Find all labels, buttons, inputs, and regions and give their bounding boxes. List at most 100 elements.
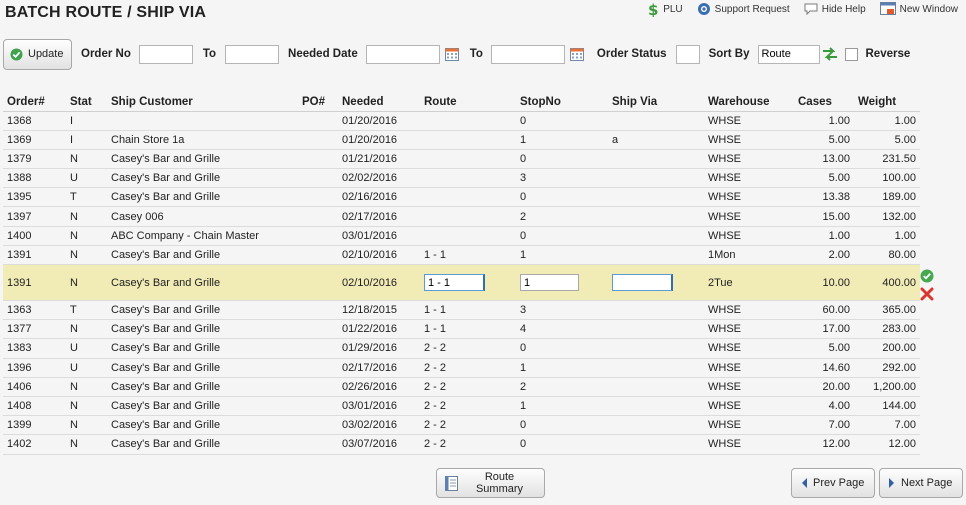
plu-link-label: PLU xyxy=(663,3,683,15)
table-row[interactable]: 1391 N Casey's Bar and Grille 02/10/2016 1 -… xyxy=(3,245,920,266)
po-cell xyxy=(298,130,338,150)
shipvia-cell xyxy=(608,377,704,397)
table-row[interactable]: 1379 N Casey's Bar and Grille 01/21/2016 0 WH… xyxy=(3,149,920,170)
next-page-button[interactable]: Next Page xyxy=(879,468,963,498)
table-row[interactable]: 1368 I 01/20/2016 0 WHSE 1.00 1.00 xyxy=(3,111,920,131)
svg-text:$: $ xyxy=(648,1,658,17)
order-no-to-input[interactable] xyxy=(225,44,280,64)
table-row[interactable]: 1406 N Casey's Bar and Grille 02/26/2016 2 -… xyxy=(3,377,920,397)
calendar-icon[interactable] xyxy=(444,47,460,61)
swap-arrows-icon[interactable] xyxy=(822,47,838,61)
warehouse-cell: WHSE xyxy=(704,377,794,397)
new-window-link[interactable]: New Window xyxy=(879,2,958,16)
cases-cell: 1.00 xyxy=(794,226,854,246)
route-cell xyxy=(420,206,516,227)
order-cell: 1369 xyxy=(3,130,66,150)
po-cell xyxy=(298,434,338,455)
stopno-cell xyxy=(516,264,608,301)
stat-cell: U xyxy=(66,338,107,359)
col-order[interactable]: Order# xyxy=(3,93,66,112)
col-stopno[interactable]: StopNo xyxy=(516,93,608,112)
po-cell xyxy=(298,396,338,417)
stat-cell: T xyxy=(66,187,107,208)
stat-cell: N xyxy=(66,377,107,397)
order-cell: 1368 xyxy=(3,111,66,131)
table-row[interactable]: 1402 N Casey's Bar and Grille 03/07/2016 2 -… xyxy=(3,434,920,455)
shipvia-input[interactable] xyxy=(612,274,673,291)
shipvia-cell xyxy=(608,358,704,378)
col-stat[interactable]: Stat xyxy=(66,93,107,112)
weight-cell: 1,200.00 xyxy=(854,377,920,397)
stat-cell: N xyxy=(66,319,107,340)
stat-cell: N xyxy=(66,434,107,455)
stopno-cell: 2 xyxy=(516,206,608,227)
support-request-link[interactable]: Support Request xyxy=(697,2,790,16)
weight-cell: 144.00 xyxy=(854,396,920,417)
calendar-icon[interactable] xyxy=(569,47,585,61)
stat-cell: N xyxy=(66,396,107,417)
col-warehouse[interactable]: Warehouse xyxy=(704,93,794,112)
cases-cell: 15.00 xyxy=(794,206,854,227)
route-input[interactable] xyxy=(424,274,485,291)
reverse-checkbox[interactable] xyxy=(844,47,858,61)
needed-cell: 03/01/2016 xyxy=(338,226,420,246)
order-no-from-input[interactable] xyxy=(138,44,193,64)
shipvia-cell xyxy=(608,245,704,266)
table-row[interactable]: 1383 U Casey's Bar and Grille 01/29/2016 2 -… xyxy=(3,338,920,359)
customer-cell: Casey's Bar and Grille xyxy=(107,358,298,378)
table-row[interactable]: 1400 N ABC Company - Chain Master 03/01/201… xyxy=(3,226,920,246)
shipvia-cell xyxy=(608,415,704,436)
stopno-input[interactable] xyxy=(520,274,579,291)
update-button[interactable]: Update xyxy=(3,38,72,70)
order-status-input[interactable] xyxy=(675,44,700,64)
weight-cell: 1.00 xyxy=(854,111,920,131)
col-ship-customer[interactable]: Ship Customer xyxy=(107,93,298,112)
needed-cell: 01/21/2016 xyxy=(338,149,420,170)
shipvia-cell xyxy=(608,300,704,321)
stopno-cell: 1 xyxy=(516,245,608,266)
table-row[interactable]: 1408 N Casey's Bar and Grille 03/01/2016 2 -… xyxy=(3,396,920,417)
stat-cell: I xyxy=(66,111,107,131)
route-cell: 2 - 2 xyxy=(420,434,516,455)
needed-date-from-input[interactable] xyxy=(365,44,440,64)
table-row[interactable]: 1377 N Casey's Bar and Grille 01/22/2016 1 -… xyxy=(3,319,920,340)
route-cell xyxy=(420,168,516,189)
sort-by-label: Sort By xyxy=(708,48,750,60)
needed-date-to-input[interactable] xyxy=(490,44,565,64)
shipvia-cell xyxy=(608,149,704,170)
needed-date-to-label: To xyxy=(469,48,483,60)
cases-cell: 13.00 xyxy=(794,149,854,170)
order-cell: 1395 xyxy=(3,187,66,208)
needed-cell: 02/16/2016 xyxy=(338,187,420,208)
cancel-row-icon[interactable] xyxy=(920,287,936,304)
route-summary-button[interactable]: Route Summary xyxy=(436,468,545,498)
sort-by-select[interactable] xyxy=(757,44,820,64)
table-row[interactable]: 1363 T Casey's Bar and Grille 12/18/2015 1 -… xyxy=(3,300,920,321)
po-cell xyxy=(298,187,338,208)
weight-cell: 292.00 xyxy=(854,358,920,378)
col-ship-via[interactable]: Ship Via xyxy=(608,93,704,112)
col-cases[interactable]: Cases xyxy=(794,93,854,112)
table-row[interactable]: 1396 U Casey's Bar and Grille 02/17/2016 2 -… xyxy=(3,358,920,378)
col-route[interactable]: Route xyxy=(420,93,516,112)
plu-link[interactable]: $ PLU xyxy=(647,1,682,17)
weight-cell: 400.00 xyxy=(854,264,920,301)
table-row[interactable]: 1369 I Chain Store 1a 01/20/2016 1 a WHSE 5.00 5… xyxy=(3,130,920,150)
save-row-icon[interactable] xyxy=(920,269,936,286)
table-row[interactable]: 1395 T Casey's Bar and Grille 02/16/2016 0 WH… xyxy=(3,187,920,208)
stopno-cell: 0 xyxy=(516,149,608,170)
table-row[interactable]: 1397 N Casey 006 02/17/2016 2 WHSE 15.00 132.00 xyxy=(3,206,920,227)
po-cell xyxy=(298,264,338,301)
page-title: BATCH ROUTE / SHIP VIA xyxy=(5,4,207,21)
table-row[interactable]: 1388 U Casey's Bar and Grille 02/02/2016 3 WH… xyxy=(3,168,920,189)
po-cell xyxy=(298,338,338,359)
prev-page-button[interactable]: Prev Page xyxy=(791,468,875,498)
table-row-editing[interactable]: 1391NCasey's Bar and Grille 02/10/2016 2Tu… xyxy=(3,264,920,301)
warehouse-cell: 1Mon xyxy=(704,245,794,266)
col-needed[interactable]: Needed xyxy=(338,93,420,112)
po-cell xyxy=(298,300,338,321)
col-weight[interactable]: Weight xyxy=(854,93,920,112)
table-row[interactable]: 1399 N Casey's Bar and Grille 03/02/2016 2 -… xyxy=(3,415,920,436)
hide-help-link[interactable]: Hide Help xyxy=(804,3,866,16)
col-po[interactable]: PO# xyxy=(298,93,338,112)
